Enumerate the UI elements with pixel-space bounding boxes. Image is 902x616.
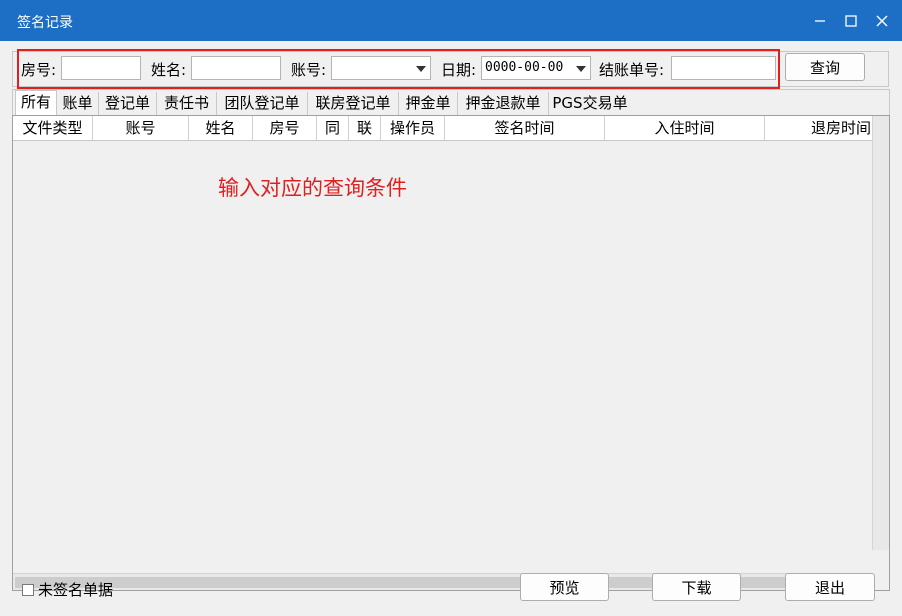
tab-bar: 所有 账单 登记单 责任书 团队登记单 联房登记单 押金单 押金退款单 PGS交… [12, 89, 890, 116]
close-icon[interactable] [867, 6, 897, 36]
minimize-icon[interactable] [805, 6, 835, 36]
title-bar: 签名记录 [0, 0, 902, 41]
column-header[interactable]: 联 [349, 116, 381, 140]
checkout-number-input[interactable] [671, 56, 776, 80]
window-title: 签名记录 [17, 15, 73, 31]
exit-button[interactable]: 退出 [785, 573, 875, 601]
unsigned-label: 未签名单据 [38, 581, 114, 599]
tab-deposit[interactable]: 押金单 [399, 92, 458, 115]
preview-button[interactable]: 预览 [520, 573, 609, 601]
table-header: 文件类型 账号 姓名 房号 同 联 操作员 签名时间 入住时间 退房时间 [13, 116, 873, 141]
horizontal-scrollbar[interactable] [13, 573, 873, 590]
column-header[interactable]: 账号 [93, 116, 189, 140]
chevron-down-icon [416, 66, 426, 72]
tab-registration[interactable]: 登记单 [99, 92, 157, 115]
unsigned-filter[interactable]: 未签名单据 [22, 579, 113, 600]
records-table[interactable]: 文件类型 账号 姓名 房号 同 联 操作员 签名时间 入住时间 退房时间 输入对… [12, 115, 890, 591]
room-input[interactable] [61, 56, 141, 80]
tab-deposit-refund[interactable]: 押金退款单 [458, 92, 549, 115]
date-label: 日期: [441, 61, 477, 79]
main-area: 房号: 姓名: 账号: 日期: 0000-00-00 结账单号: 查询 所有 账… [0, 41, 902, 616]
query-hint-text: 输入对应的查询条件 [218, 176, 407, 200]
account-select[interactable] [331, 56, 431, 80]
checkout-label: 结账单号: [599, 61, 665, 79]
column-header[interactable]: 房号 [253, 116, 317, 140]
column-header[interactable]: 操作员 [381, 116, 445, 140]
maximize-icon[interactable] [836, 6, 866, 36]
column-header[interactable]: 同 [317, 116, 349, 140]
tab-pgs-transaction[interactable]: PGS交易单 [549, 92, 631, 115]
name-label: 姓名: [151, 61, 187, 79]
date-picker[interactable]: 0000-00-00 [481, 56, 591, 80]
chevron-down-icon [576, 66, 586, 72]
name-input[interactable] [191, 56, 281, 80]
tab-bill[interactable]: 账单 [57, 92, 99, 115]
account-label: 账号: [291, 61, 327, 79]
column-header[interactable]: 文件类型 [13, 116, 93, 140]
room-label: 房号: [21, 61, 57, 79]
column-header[interactable]: 退房时间 [765, 116, 873, 140]
tab-all[interactable]: 所有 [15, 90, 57, 116]
vertical-scrollbar[interactable] [872, 116, 889, 550]
tab-linked-room-registration[interactable]: 联房登记单 [308, 92, 399, 115]
download-button[interactable]: 下载 [652, 573, 741, 601]
column-header[interactable]: 入住时间 [605, 116, 765, 140]
tab-liability[interactable]: 责任书 [157, 92, 217, 115]
date-value: 0000-00-00 [485, 60, 564, 75]
unsigned-checkbox[interactable] [22, 583, 34, 596]
search-button[interactable]: 查询 [785, 53, 865, 81]
column-header[interactable]: 签名时间 [445, 116, 605, 140]
tab-group-registration[interactable]: 团队登记单 [217, 92, 308, 115]
column-header[interactable]: 姓名 [189, 116, 253, 140]
